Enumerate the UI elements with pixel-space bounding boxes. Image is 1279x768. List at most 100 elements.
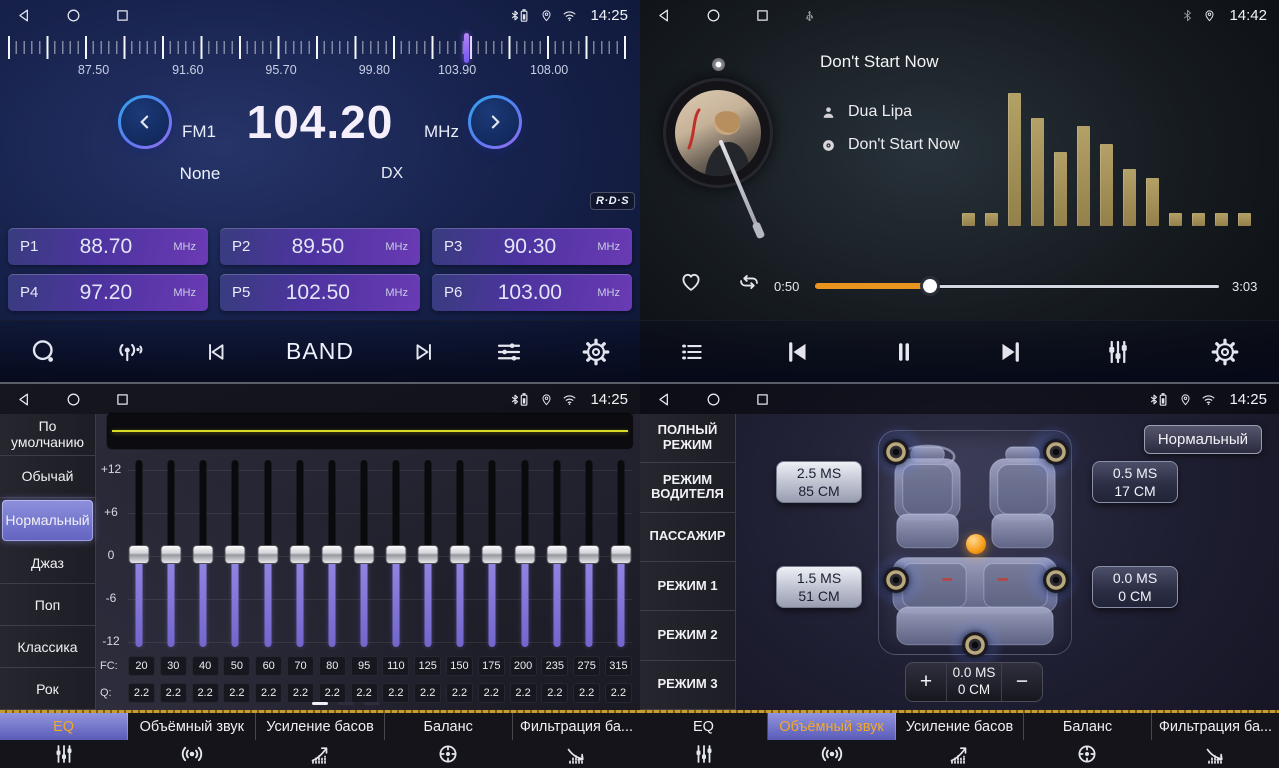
eq-sliders-icon[interactable]: [0, 740, 128, 768]
eq-band-slider[interactable]: [449, 460, 471, 650]
listen-mode-item[interactable]: ПОЛНЫЙ РЕЖИМ: [640, 414, 735, 463]
eq-band-slider[interactable]: [353, 460, 375, 650]
eq-band-slider[interactable]: [385, 460, 407, 650]
delay-front-left-button[interactable]: 2.5 MS 85 CM: [776, 461, 862, 503]
eq-slider-thumb[interactable]: [289, 545, 310, 564]
fc-value[interactable]: 80: [319, 656, 346, 676]
fc-value[interactable]: 175: [478, 656, 505, 676]
nav-home-icon[interactable]: [705, 391, 722, 408]
favorite-button[interactable]: [678, 269, 704, 295]
tab-balance[interactable]: Баланс: [385, 713, 513, 740]
balance-icon[interactable]: [384, 740, 512, 768]
nav-recents-icon[interactable]: [114, 391, 131, 408]
tab-filter[interactable]: Фильтрация ба...: [513, 713, 640, 740]
eq-preset-item[interactable]: По умолчанию: [0, 414, 95, 456]
preset-button[interactable]: P5102.50MHz: [220, 274, 420, 311]
tab-surround[interactable]: Объёмный звук: [768, 713, 896, 740]
q-value[interactable]: 2.2: [351, 683, 378, 703]
speaker-rear-right-icon[interactable]: [1043, 567, 1069, 593]
filter-icon[interactable]: [512, 740, 640, 768]
eq-slider-thumb[interactable]: [578, 545, 599, 564]
eq-preset-item[interactable]: Обычай: [0, 456, 95, 498]
q-value[interactable]: 2.2: [573, 683, 600, 703]
fc-value[interactable]: 235: [541, 656, 568, 676]
q-value[interactable]: 2.2: [414, 683, 441, 703]
equalizer-button[interactable]: [494, 337, 524, 367]
preset-button[interactable]: P289.50MHz: [220, 228, 420, 265]
nav-back-icon[interactable]: [656, 7, 673, 24]
fc-value[interactable]: 315: [605, 656, 632, 676]
eq-band-slider[interactable]: [578, 460, 600, 650]
speaker-front-left-icon[interactable]: [883, 439, 909, 465]
fc-value[interactable]: 60: [255, 656, 282, 676]
tab-filter[interactable]: Фильтрация ба...: [1152, 713, 1279, 740]
playlist-button[interactable]: [679, 339, 705, 365]
preset-button[interactable]: P390.30MHz: [432, 228, 632, 265]
eq-band-slider[interactable]: [546, 460, 568, 650]
eq-slider-thumb[interactable]: [386, 545, 407, 564]
eq-slider-thumb[interactable]: [161, 545, 182, 564]
fc-value[interactable]: 20: [128, 656, 155, 676]
eq-slider-thumb[interactable]: [482, 545, 503, 564]
eq-band-slider[interactable]: [257, 460, 279, 650]
eq-preset-item[interactable]: Классика: [0, 626, 95, 668]
q-value[interactable]: 2.2: [287, 683, 314, 703]
broadcast-stations-button[interactable]: [116, 337, 146, 367]
nav-home-icon[interactable]: [705, 7, 722, 24]
pause-button[interactable]: [889, 337, 919, 367]
nav-recents-icon[interactable]: [754, 391, 771, 408]
next-station-button[interactable]: [411, 339, 437, 365]
next-track-button[interactable]: [996, 337, 1026, 367]
speaker-rear-left-icon[interactable]: [883, 567, 909, 593]
eq-slider-thumb[interactable]: [610, 545, 631, 564]
eq-slider-thumb[interactable]: [225, 545, 246, 564]
preset-button[interactable]: P188.70MHz: [8, 228, 208, 265]
surround-icon[interactable]: [768, 740, 896, 768]
previous-station-button[interactable]: [203, 339, 229, 365]
tab-bass-boost[interactable]: Усиление басов: [896, 713, 1024, 740]
tuner-scale[interactable]: [8, 35, 630, 61]
eq-band-slider[interactable]: [289, 460, 311, 650]
scan-button[interactable]: [29, 337, 59, 367]
settings-button[interactable]: [1210, 337, 1240, 367]
eq-slider-thumb[interactable]: [321, 545, 342, 564]
eq-preset-item[interactable]: Джаз: [0, 543, 95, 585]
q-value[interactable]: 2.2: [192, 683, 219, 703]
band-button[interactable]: BAND: [286, 338, 354, 365]
q-value[interactable]: 2.2: [128, 683, 155, 703]
bass-boost-icon[interactable]: [256, 740, 384, 768]
q-value[interactable]: 2.2: [478, 683, 505, 703]
eq-band-slider[interactable]: [481, 460, 503, 650]
fc-value[interactable]: 50: [223, 656, 250, 676]
eq-slider-thumb[interactable]: [353, 545, 374, 564]
listen-mode-item[interactable]: РЕЖИМ ВОДИТЕЛЯ: [640, 463, 735, 512]
delay-front-right-button[interactable]: 0.5 MS 17 CM: [1092, 461, 1178, 503]
eq-slider-thumb[interactable]: [257, 545, 278, 564]
nav-back-icon[interactable]: [656, 391, 673, 408]
eq-sliders-icon[interactable]: [640, 740, 768, 768]
preset-button[interactable]: P497.20MHz: [8, 274, 208, 311]
tab-surround[interactable]: Объёмный звук: [128, 713, 256, 740]
filter-icon[interactable]: [1151, 740, 1279, 768]
listen-mode-item[interactable]: РЕЖИМ 2: [640, 611, 735, 660]
equalizer-button[interactable]: [1103, 337, 1133, 367]
nav-home-icon[interactable]: [65, 7, 82, 24]
q-value[interactable]: 2.2: [319, 683, 346, 703]
eq-band-slider[interactable]: [514, 460, 536, 650]
eq-band-slider[interactable]: [417, 460, 439, 650]
nav-back-icon[interactable]: [16, 7, 33, 24]
eq-preset-item[interactable]: Нормальный: [2, 500, 93, 541]
q-value[interactable]: 2.2: [446, 683, 473, 703]
eq-slider-thumb[interactable]: [546, 545, 567, 564]
fc-value[interactable]: 95: [351, 656, 378, 676]
q-value[interactable]: 2.2: [223, 683, 250, 703]
nav-home-icon[interactable]: [65, 391, 82, 408]
eq-slider-thumb[interactable]: [193, 545, 214, 564]
listen-mode-item[interactable]: РЕЖИМ 1: [640, 562, 735, 611]
fc-value[interactable]: 70: [287, 656, 314, 676]
delay-increase-button[interactable]: +: [906, 663, 946, 701]
eq-band-slider[interactable]: [610, 460, 632, 650]
nav-recents-icon[interactable]: [754, 7, 771, 24]
eq-preset-item[interactable]: Поп: [0, 584, 95, 626]
q-value[interactable]: 2.2: [605, 683, 632, 703]
